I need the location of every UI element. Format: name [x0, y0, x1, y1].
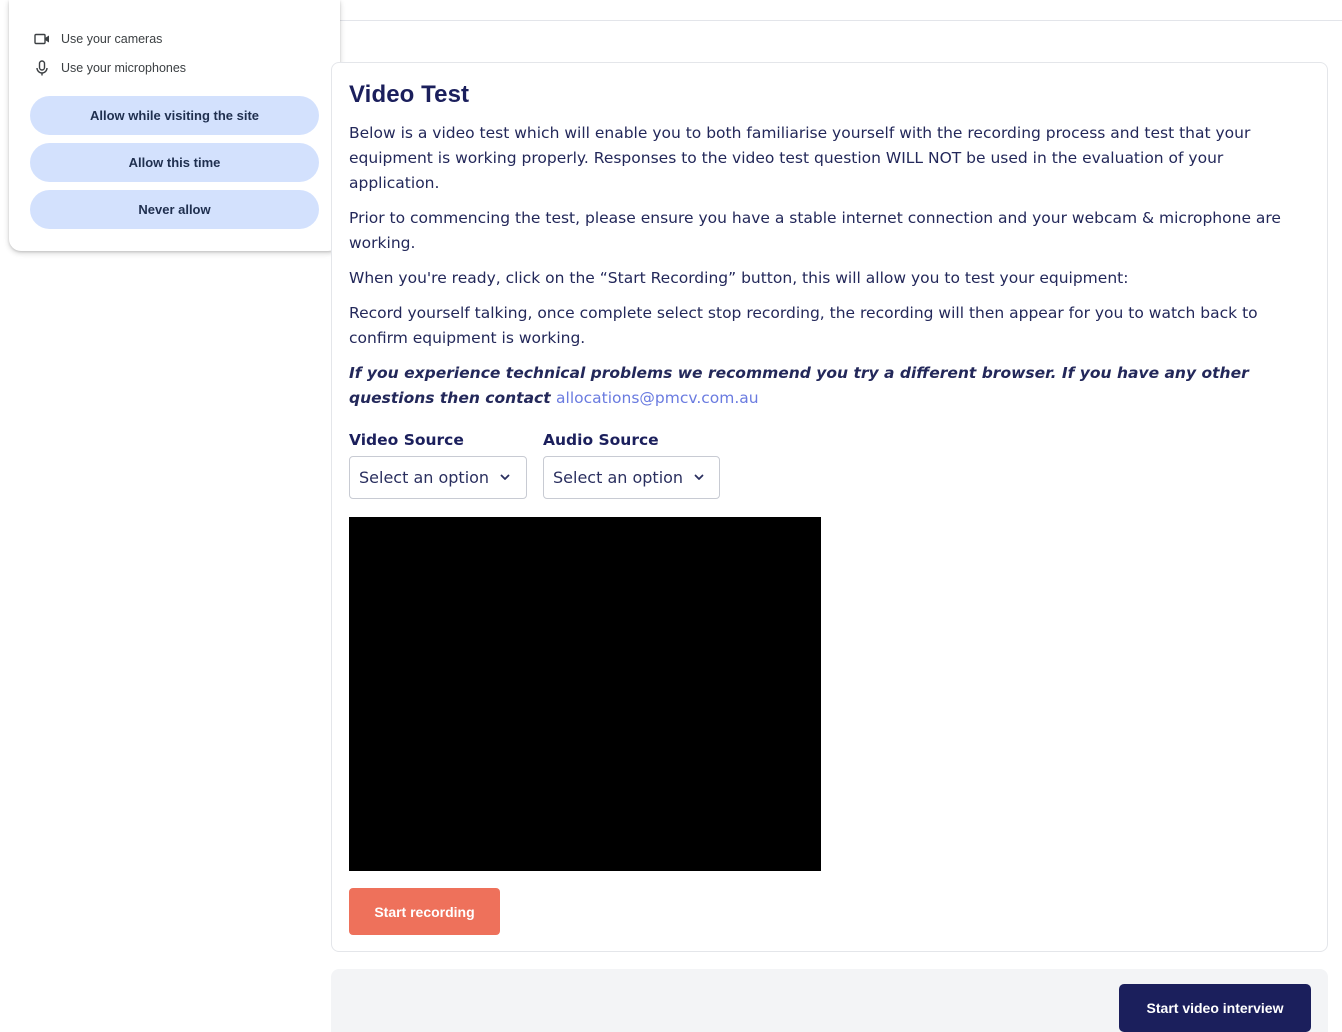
allow-this-time-button[interactable]: Allow this time — [30, 143, 319, 182]
record-instructions-paragraph: Record yourself talking, once complete s… — [349, 304, 1258, 347]
camera-icon — [33, 30, 51, 48]
start-video-interview-button[interactable]: Start video interview — [1119, 984, 1311, 1032]
video-source-value: Select an option — [359, 468, 490, 487]
permission-popup: Use your cameras Use your microphones Al… — [9, 0, 340, 251]
technical-note-text: If you experience technical problems we … — [349, 364, 1249, 407]
permission-camera-label: Use your cameras — [61, 32, 163, 46]
video-source-group: Video Source Select an option — [349, 431, 527, 499]
page-title: Video Test — [349, 81, 470, 108]
permission-camera-row: Use your cameras — [33, 30, 162, 48]
video-source-label: Video Source — [349, 431, 464, 449]
allow-while-visiting-button[interactable]: Allow while visiting the site — [30, 96, 319, 135]
never-allow-button[interactable]: Never allow — [30, 190, 319, 229]
video-test-card: Video Test Below is a video test which w… — [331, 62, 1328, 952]
audio-source-group: Audio Source Select an option — [543, 431, 720, 499]
audio-source-label: Audio Source — [543, 431, 659, 449]
video-test-content: Video Test Below is a video test which w… — [349, 81, 1309, 421]
start-recording-button[interactable]: Start recording — [349, 888, 500, 935]
chevron-down-icon — [693, 468, 705, 487]
contact-email-link[interactable]: allocations@pmcv.com.au — [556, 389, 759, 407]
ready-paragraph: When you're ready, click on the “Start R… — [349, 269, 1129, 287]
header-divider — [340, 20, 1342, 21]
video-source-select[interactable]: Select an option — [349, 456, 527, 499]
video-preview — [349, 517, 821, 871]
footer-bar: Start video interview — [331, 969, 1328, 1032]
audio-source-value: Select an option — [553, 468, 684, 487]
prerequisites-paragraph: Prior to commencing the test, please ens… — [349, 209, 1281, 252]
chevron-down-icon — [499, 468, 511, 487]
source-selectors: Video Source Select an option Audio Sour… — [349, 431, 720, 499]
permission-microphone-row: Use your microphones — [33, 59, 186, 77]
audio-source-select[interactable]: Select an option — [543, 456, 720, 499]
technical-note: If you experience technical problems we … — [349, 361, 1309, 411]
permission-microphone-label: Use your microphones — [61, 61, 187, 75]
intro-paragraph: Below is a video test which will enable … — [349, 124, 1251, 192]
microphone-icon — [33, 59, 51, 77]
